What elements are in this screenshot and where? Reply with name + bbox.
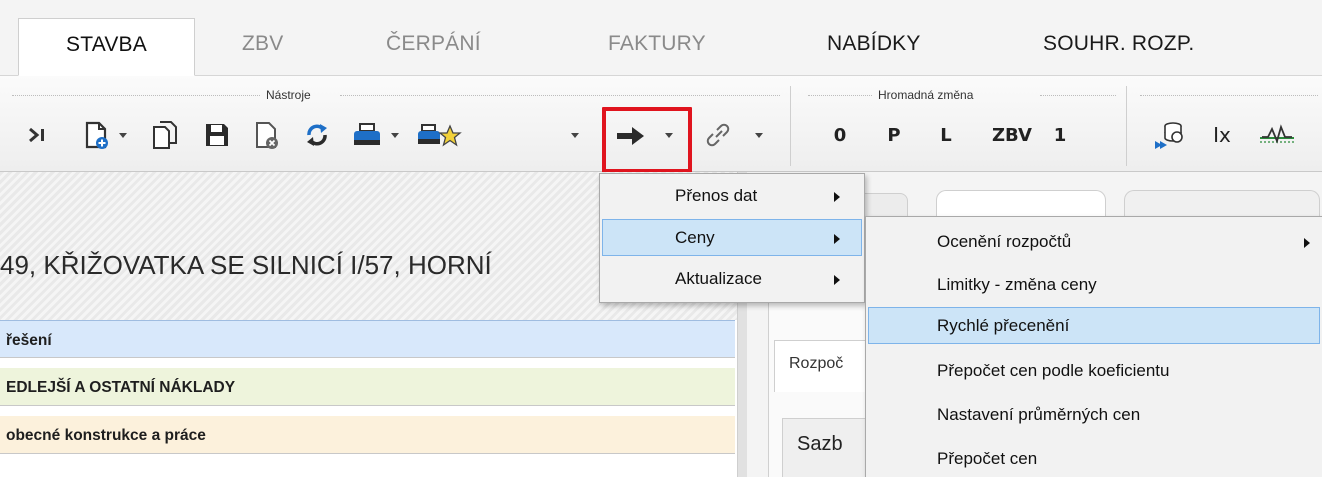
menu-item-label: Přenos dat	[675, 186, 758, 205]
toolbar-separator	[1126, 86, 1127, 166]
table-row[interactable]: řešení	[0, 320, 735, 358]
bulk-0-button[interactable]: 0	[826, 116, 854, 154]
transfer-menu: Přenos dat Ceny Aktualizace	[599, 173, 865, 303]
menu-item-label: Rychlé přecenění	[937, 316, 1070, 335]
menu-item-oceneni-rozpoctu[interactable]: Ocenění rozpočtů	[868, 224, 1320, 261]
table-row[interactable]: EDLEJŠÍ A OSTATNÍ NÁKLADY	[0, 368, 735, 406]
submenu-arrow-icon	[834, 192, 840, 202]
table-row[interactable]: obecné konstrukce a práce	[0, 416, 735, 454]
bulk-zbv-button[interactable]: ZBV	[988, 116, 1036, 154]
refresh-icon[interactable]	[300, 112, 334, 158]
save-icon[interactable]	[200, 112, 234, 158]
menu-item-label: Přepočet cen podle koeficientu	[937, 361, 1170, 380]
tab-souhr-rozp[interactable]: SOUHR. ROZP.	[1043, 32, 1194, 56]
menu-item-ceny[interactable]: Ceny	[602, 219, 862, 256]
menu-item-prepocet-cen[interactable]: Přepočet cen	[868, 441, 1320, 477]
menu-item-rychle-preceneni[interactable]: Rychlé přecenění	[868, 307, 1320, 344]
group-divider-line	[340, 95, 780, 96]
menu-item-limitky[interactable]: Limitky - změna ceny	[868, 267, 1320, 304]
group-divider-line	[808, 95, 872, 96]
price-coins-icon[interactable]	[1150, 112, 1190, 158]
tab-zbv[interactable]: ZBV	[242, 32, 283, 56]
print-dropdown[interactable]	[386, 112, 404, 158]
submenu-arrow-icon	[1304, 238, 1310, 248]
ribbon-tabs: STAVBA ZBV ČERPÁNÍ FAKTURY NABÍDKY SOUHR…	[0, 0, 1322, 76]
toolbar-separator	[790, 86, 791, 166]
tab-rozpocet[interactable]: Rozpoč	[774, 340, 870, 392]
delete-document-icon[interactable]	[250, 112, 284, 158]
menu-item-label: Limitky - změna ceny	[937, 275, 1097, 294]
new-document-icon[interactable]	[80, 112, 114, 158]
transfer-dropdown[interactable]	[660, 112, 678, 158]
bulk-l-button[interactable]: L	[932, 116, 960, 154]
group-divider-line	[1140, 95, 1318, 96]
bulk-p-button[interactable]: P	[880, 116, 908, 154]
last-record-icon[interactable]	[22, 112, 52, 158]
ix-button[interactable]: Ix	[1204, 116, 1240, 154]
menu-item-label: Nastavení průměrných cen	[937, 405, 1141, 424]
menu-item-label: Aktualizace	[675, 269, 762, 288]
tab-nabidky[interactable]: NABÍDKY	[827, 32, 921, 56]
tab-cerpani[interactable]: ČERPÁNÍ	[386, 32, 481, 56]
group-divider-line	[1040, 95, 1116, 96]
ceny-submenu: Ocenění rozpočtů Limitky - změna ceny Ry…	[865, 216, 1322, 477]
print-icon[interactable]	[348, 112, 386, 158]
rate-box-label: Sazb	[797, 433, 843, 455]
tab-rozpocet-label: Rozpoč	[789, 355, 844, 372]
bulk-1-button[interactable]: 1	[1046, 116, 1074, 154]
submenu-arrow-icon	[834, 234, 840, 244]
menu-item-prumerne-ceny[interactable]: Nastavení průměrných cen	[868, 397, 1320, 434]
group-label-hromadna-zmena: Hromadná změna	[878, 88, 974, 102]
menu-item-prenos-dat[interactable]: Přenos dat	[602, 178, 862, 215]
print-favorite-dropdown[interactable]	[566, 112, 584, 158]
menu-item-label: Ocenění rozpočtů	[937, 232, 1072, 251]
print-favorite-icon[interactable]	[414, 112, 464, 158]
link-icon[interactable]	[700, 112, 736, 158]
tab-faktury[interactable]: FAKTURY	[608, 32, 706, 56]
menu-item-label: Přepočet cen	[937, 449, 1038, 468]
new-document-dropdown[interactable]	[114, 112, 132, 158]
menu-item-prepocet-koeficient[interactable]: Přepočet cen podle koeficientu	[868, 353, 1320, 390]
menu-item-aktualizace[interactable]: Aktualizace	[602, 261, 862, 298]
rate-box: Sazb	[782, 418, 872, 477]
menu-item-label: Ceny	[675, 228, 715, 247]
project-title: 49, KŘIŽOVATKA SE SILNICÍ I/57, HORNÍ	[0, 250, 492, 280]
link-dropdown[interactable]	[750, 112, 768, 158]
group-label-nastroje: Nástroje	[266, 88, 311, 102]
transfer-arrow-icon[interactable]	[610, 112, 652, 158]
group-divider-line	[12, 95, 260, 96]
copy-icon[interactable]	[148, 112, 182, 158]
tab-stavba[interactable]: STAVBA	[18, 18, 195, 76]
chart-icon[interactable]	[1256, 112, 1298, 158]
submenu-arrow-icon	[834, 275, 840, 285]
